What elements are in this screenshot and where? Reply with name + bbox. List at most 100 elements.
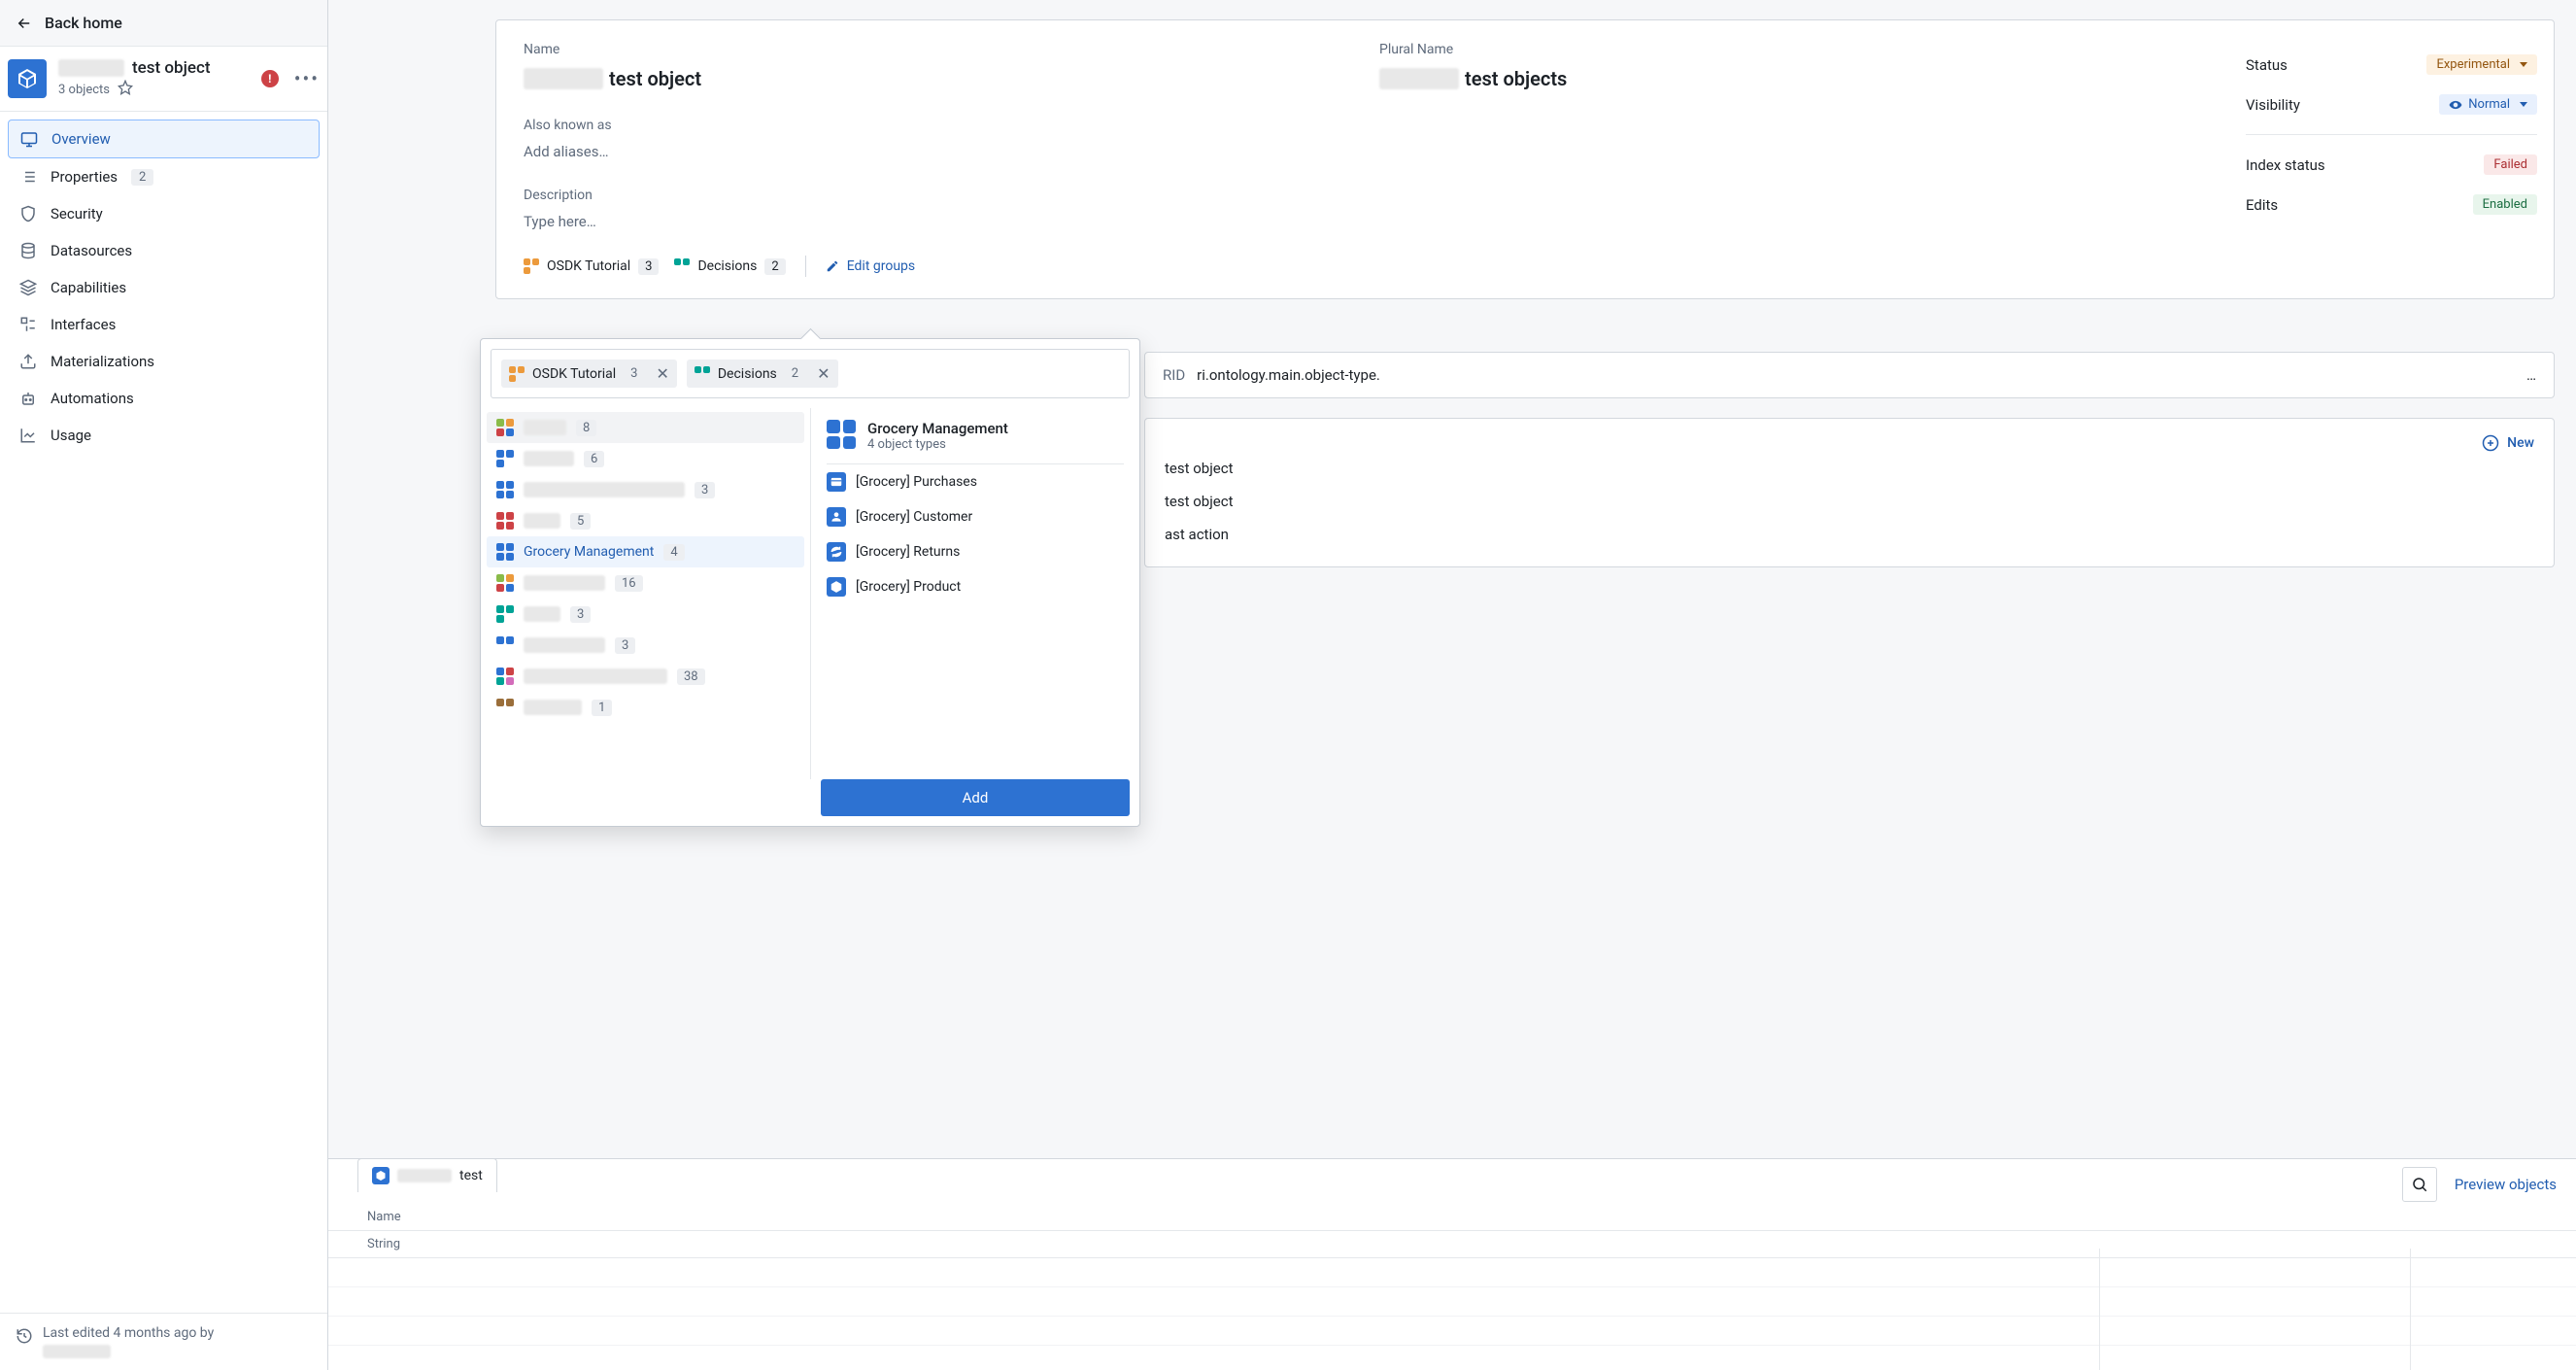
group-name-redacted (524, 606, 560, 622)
group-list-item[interactable]: 3 (487, 474, 804, 505)
plural-name-label: Plural Name (1379, 42, 2177, 57)
group-count-badge: 6 (584, 451, 604, 467)
index-status-label: Index status (2246, 156, 2325, 174)
group-count-badge: 3 (615, 637, 635, 654)
group-name-redacted (524, 513, 560, 529)
nav-overview[interactable]: Overview (8, 120, 320, 158)
nav-properties[interactable]: Properties 2 (8, 158, 320, 195)
remove-chip-icon[interactable]: ✕ (656, 364, 668, 383)
action-item[interactable]: ast action (1165, 518, 2534, 551)
table-row[interactable] (328, 1346, 2576, 1370)
plural-redacted (1379, 68, 1459, 89)
group-count-badge: 3 (695, 482, 715, 498)
status-selector[interactable]: Experimental (2426, 54, 2537, 75)
arrow-left-icon (16, 15, 33, 32)
last-edited-info: Last edited 4 months ago by (0, 1313, 327, 1370)
group-grid-icon (496, 481, 514, 498)
group-list-item[interactable]: 3 (487, 599, 804, 630)
column-type: String (328, 1231, 2576, 1258)
pencil-icon (826, 259, 839, 273)
new-action-button[interactable]: New (2482, 434, 2534, 452)
group-list-item[interactable]: 6 (487, 443, 804, 474)
rid-value: ri.ontology.main.object-type. (1197, 366, 1380, 384)
shield-icon (19, 205, 37, 223)
group-name-redacted (524, 420, 566, 435)
nav-capabilities[interactable]: Capabilities (8, 269, 320, 306)
group-list-item[interactable]: 38 (487, 661, 804, 692)
remove-chip-icon[interactable]: ✕ (817, 364, 830, 383)
back-home-label: Back home (45, 14, 122, 32)
group-count-badge: 3 (570, 606, 591, 623)
add-button[interactable]: Add (821, 779, 1130, 816)
nav-datasources[interactable]: Datasources (8, 232, 320, 269)
table-row[interactable] (328, 1258, 2576, 1287)
group-grid-icon (827, 420, 856, 449)
object-type-item[interactable]: [Grocery] Customer (827, 499, 1124, 534)
group-list-item[interactable]: Grocery Management4 (487, 536, 804, 567)
upload-icon (19, 353, 37, 370)
group-grid-icon (496, 605, 514, 623)
group-name-redacted (524, 637, 605, 653)
group-detail-title: Grocery Management (867, 420, 1008, 437)
rid-row[interactable]: RID ri.ontology.main.object-type. … (1144, 352, 2555, 398)
nav-interfaces[interactable]: Interfaces (8, 306, 320, 343)
edit-groups-button[interactable]: Edit groups (826, 258, 915, 274)
object-type-item[interactable]: [Grocery] Returns (827, 534, 1124, 569)
nav-automations[interactable]: Automations (8, 380, 320, 417)
group-count-badge: 16 (615, 575, 643, 592)
search-icon (2411, 1176, 2428, 1193)
action-item[interactable]: test object (1165, 452, 2534, 485)
object-type-item[interactable]: [Grocery] Product (827, 569, 1124, 604)
status-label: Status (2246, 56, 2288, 74)
chip-osdk-tutorial: OSDK Tutorial 3 ✕ (501, 360, 677, 388)
group-osdk-tutorial[interactable]: OSDK Tutorial 3 (524, 258, 659, 275)
nav-usage[interactable]: Usage (8, 417, 320, 454)
object-cube-icon (8, 59, 47, 98)
chevron-down-icon (2520, 62, 2527, 67)
group-count-badge: 38 (677, 668, 705, 685)
group-decisions[interactable]: Decisions 2 (674, 258, 785, 275)
group-list-item[interactable]: 5 (487, 505, 804, 536)
group-name-redacted (524, 482, 685, 497)
table-row[interactable] (328, 1317, 2576, 1346)
table-row[interactable] (328, 1287, 2576, 1317)
object-title-redacted (58, 59, 124, 77)
visibility-selector[interactable]: Normal (2439, 94, 2537, 115)
nav-security[interactable]: Security (8, 195, 320, 232)
description-label: Description (524, 188, 2526, 203)
column-header-name[interactable]: Name (328, 1204, 2576, 1231)
group-list-item[interactable]: 3 (487, 630, 804, 661)
group-name-redacted (524, 668, 667, 684)
plural-name-value[interactable]: test objects (1379, 67, 2177, 90)
name-value[interactable]: test object (524, 67, 1321, 90)
object-header: test object 3 objects ! ••• (0, 46, 327, 112)
index-status-badge: Failed (2484, 154, 2537, 175)
group-grid-icon (496, 668, 514, 685)
actions-panel: New test object test object ast action (1144, 418, 2555, 567)
group-list-item[interactable]: 1 (487, 692, 804, 723)
group-grid-icon (496, 574, 514, 592)
action-item[interactable]: test object (1165, 485, 2534, 518)
back-home-button[interactable]: Back home (0, 0, 327, 46)
group-grid-icon (496, 512, 514, 530)
layers-icon (19, 279, 37, 296)
object-count: 3 objects (58, 83, 110, 97)
table-search-button[interactable] (2402, 1167, 2437, 1202)
preview-table-panel: test Preview objects Name String (328, 1158, 2576, 1370)
aka-input[interactable]: Add aliases… (524, 143, 2526, 160)
group-grid-icon (674, 258, 690, 274)
favorite-star-icon[interactable] (118, 80, 133, 99)
object-type-item[interactable]: [Grocery] Purchases (827, 464, 1124, 499)
description-input[interactable]: Type here… (524, 213, 2526, 230)
preview-objects-link[interactable]: Preview objects (2455, 1176, 2557, 1193)
preview-tab[interactable]: test (357, 1158, 497, 1192)
interface-icon (19, 316, 37, 333)
database-icon (19, 242, 37, 259)
person-icon (827, 507, 846, 527)
nav-materializations[interactable]: Materializations (8, 343, 320, 380)
more-menu-icon[interactable]: ••• (294, 67, 320, 90)
alert-badge-icon[interactable]: ! (261, 70, 279, 87)
group-list-item[interactable]: 16 (487, 567, 804, 599)
group-list-item[interactable]: 8 (487, 412, 804, 443)
selected-groups-input[interactable]: OSDK Tutorial 3 ✕ Decisions 2 ✕ (491, 349, 1130, 398)
